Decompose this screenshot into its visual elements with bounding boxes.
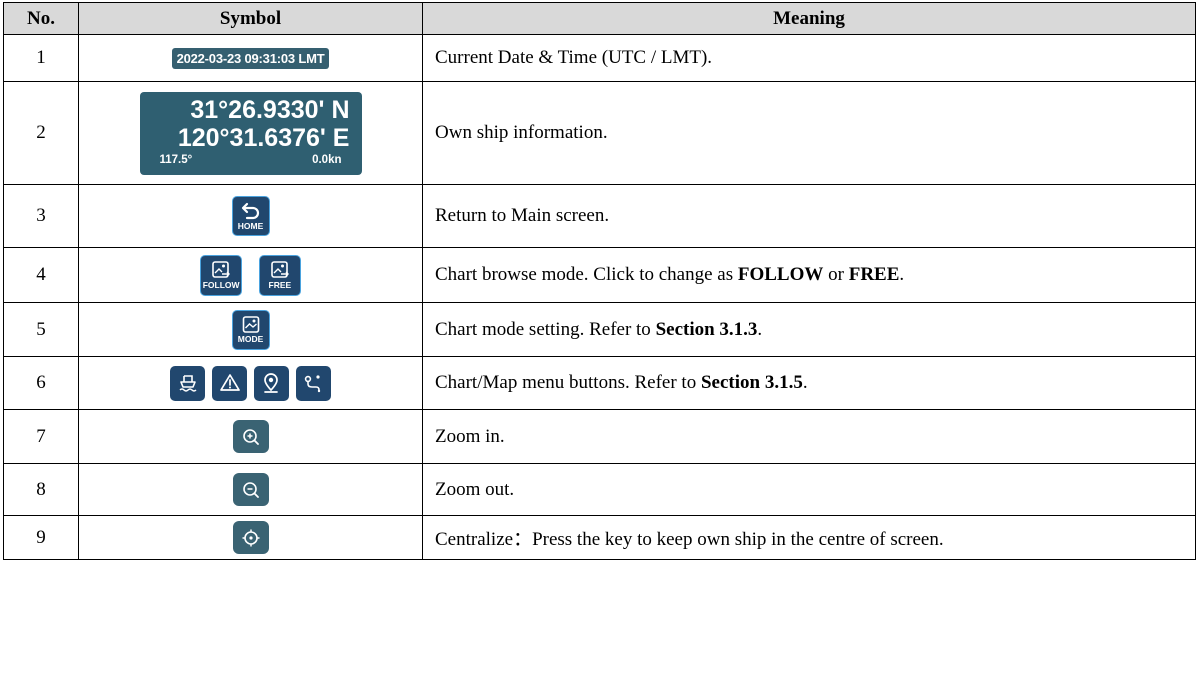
centralize-button[interactable] bbox=[232, 521, 269, 554]
row-number: 6 bbox=[3, 356, 79, 410]
symbol-cell bbox=[78, 515, 423, 560]
table-row: 6 Chart/Map menu buttons. Refer to Secti… bbox=[3, 356, 1196, 410]
zoom-out-button[interactable] bbox=[232, 473, 269, 506]
heading-readout: 117.5° bbox=[159, 153, 193, 166]
symbol-cell bbox=[78, 409, 423, 464]
zoom-in-icon bbox=[242, 428, 259, 445]
row-number: 5 bbox=[3, 302, 79, 357]
route-menu-button[interactable] bbox=[295, 365, 331, 401]
ship-icon bbox=[179, 375, 197, 392]
row-number: 8 bbox=[3, 463, 79, 516]
meaning-bold: FREE bbox=[848, 264, 900, 285]
meaning-text: Chart browse mode. Click to change as bbox=[435, 264, 738, 285]
row-number: 1 bbox=[3, 34, 79, 82]
header-row: No. Symbol Meaning bbox=[3, 2, 1196, 35]
meaning-text: . bbox=[802, 372, 808, 393]
meaning-bold: Section 3.1.3 bbox=[655, 318, 758, 340]
meaning-cell: Current Date & Time (UTC / LMT). bbox=[422, 34, 1196, 82]
meaning-text: . bbox=[899, 264, 905, 285]
symbol-cell: 2022-03-23 09:31:03 LMT bbox=[78, 34, 423, 82]
row-number: 3 bbox=[3, 184, 79, 248]
follow-button[interactable]: FOLLOW bbox=[200, 254, 243, 296]
meaning-cell: Chart/Map menu buttons. Refer to Section… bbox=[422, 356, 1196, 410]
table-row: 1 2022-03-23 09:31:03 LMT Current Date &… bbox=[3, 34, 1196, 82]
meaning-cell: Centralize：Press the key to keep own shi… bbox=[422, 515, 1196, 560]
follow-label: FOLLOW bbox=[202, 279, 240, 290]
map-pin-icon bbox=[264, 373, 279, 393]
meaning-cell: Return to Main screen. bbox=[422, 184, 1196, 248]
meaning-cell: Zoom out. bbox=[422, 463, 1196, 516]
chart-browse-icon bbox=[212, 260, 231, 278]
table-row: 7 Zoom in. bbox=[3, 409, 1196, 464]
meaning-cell: Zoom in. bbox=[422, 409, 1196, 464]
meaning-cell: Own ship information. bbox=[422, 81, 1196, 185]
return-arrow-icon bbox=[241, 202, 259, 219]
table-row: 3 HOME Return to Main screen. bbox=[3, 184, 1196, 248]
header-symbol: Symbol bbox=[78, 2, 423, 35]
meaning-text: or bbox=[823, 264, 849, 285]
symbol-cell: MODE bbox=[78, 302, 423, 357]
row-number: 7 bbox=[3, 409, 79, 464]
route-icon bbox=[304, 375, 321, 393]
mode-button[interactable]: MODE bbox=[231, 309, 270, 350]
symbol-cell: HOME bbox=[78, 184, 423, 248]
meaning-cell: Chart browse mode. Click to change as FO… bbox=[422, 247, 1196, 303]
header-meaning: Meaning bbox=[422, 2, 1196, 35]
datetime-display: 2022-03-23 09:31:03 LMT bbox=[171, 48, 330, 69]
meaning-text: . bbox=[757, 318, 763, 340]
symbol-cell: FOLLOW FREE bbox=[78, 247, 423, 303]
latitude-readout: 31°26.9330' N bbox=[190, 95, 350, 124]
chart-mode-icon bbox=[242, 315, 259, 333]
warning-icon bbox=[219, 374, 240, 391]
symbol-cell bbox=[78, 356, 423, 410]
meaning-text: Chart/Map menu buttons. Refer to bbox=[435, 372, 701, 393]
table-row: 5 MODE Chart mode setting. Refer to Sect… bbox=[3, 302, 1196, 357]
table-row: 9 Centralize：Press the key to keep own s… bbox=[3, 515, 1196, 560]
ship-menu-button[interactable] bbox=[170, 365, 206, 401]
crosshair-icon bbox=[242, 529, 259, 546]
table-row: 2 31°26.9330' N 120°31.6376' E 117.5° 0.… bbox=[3, 81, 1196, 185]
table-row: 8 Zoom out. bbox=[3, 463, 1196, 516]
free-button[interactable]: FREE bbox=[258, 254, 301, 296]
zoom-in-button[interactable] bbox=[232, 420, 269, 453]
own-ship-panel: 31°26.9330' N 120°31.6376' E 117.5° 0.0k… bbox=[139, 91, 362, 175]
symbol-cell bbox=[78, 463, 423, 516]
meaning-text: Chart mode setting. Refer to bbox=[435, 318, 656, 340]
mode-label: MODE bbox=[237, 333, 264, 344]
speed-readout: 0.0kn bbox=[312, 153, 342, 166]
header-no: No. bbox=[3, 2, 79, 35]
warning-menu-button[interactable] bbox=[212, 365, 248, 401]
row-number: 4 bbox=[3, 247, 79, 303]
meaning-bold: Section 3.1.5 bbox=[700, 372, 803, 393]
map-pin-menu-button[interactable] bbox=[253, 365, 289, 401]
free-label: FREE bbox=[268, 279, 292, 290]
home-button[interactable]: HOME bbox=[231, 196, 270, 236]
row-number: 9 bbox=[3, 515, 79, 560]
zoom-out-icon bbox=[242, 481, 259, 498]
table-row: 4 FOLLOW FREE Chart browse mode. Click t… bbox=[3, 247, 1196, 303]
symbol-table: No. Symbol Meaning 1 2022-03-23 09:31:03… bbox=[3, 2, 1196, 560]
home-label: HOME bbox=[237, 220, 264, 231]
longitude-readout: 120°31.6376' E bbox=[177, 123, 350, 152]
chart-browse-icon bbox=[271, 260, 289, 278]
row-number: 2 bbox=[3, 81, 79, 185]
symbol-cell: 31°26.9330' N 120°31.6376' E 117.5° 0.0k… bbox=[78, 81, 423, 185]
meaning-cell: Chart mode setting. Refer to Section 3.1… bbox=[422, 302, 1196, 357]
meaning-bold: FOLLOW bbox=[737, 264, 824, 285]
